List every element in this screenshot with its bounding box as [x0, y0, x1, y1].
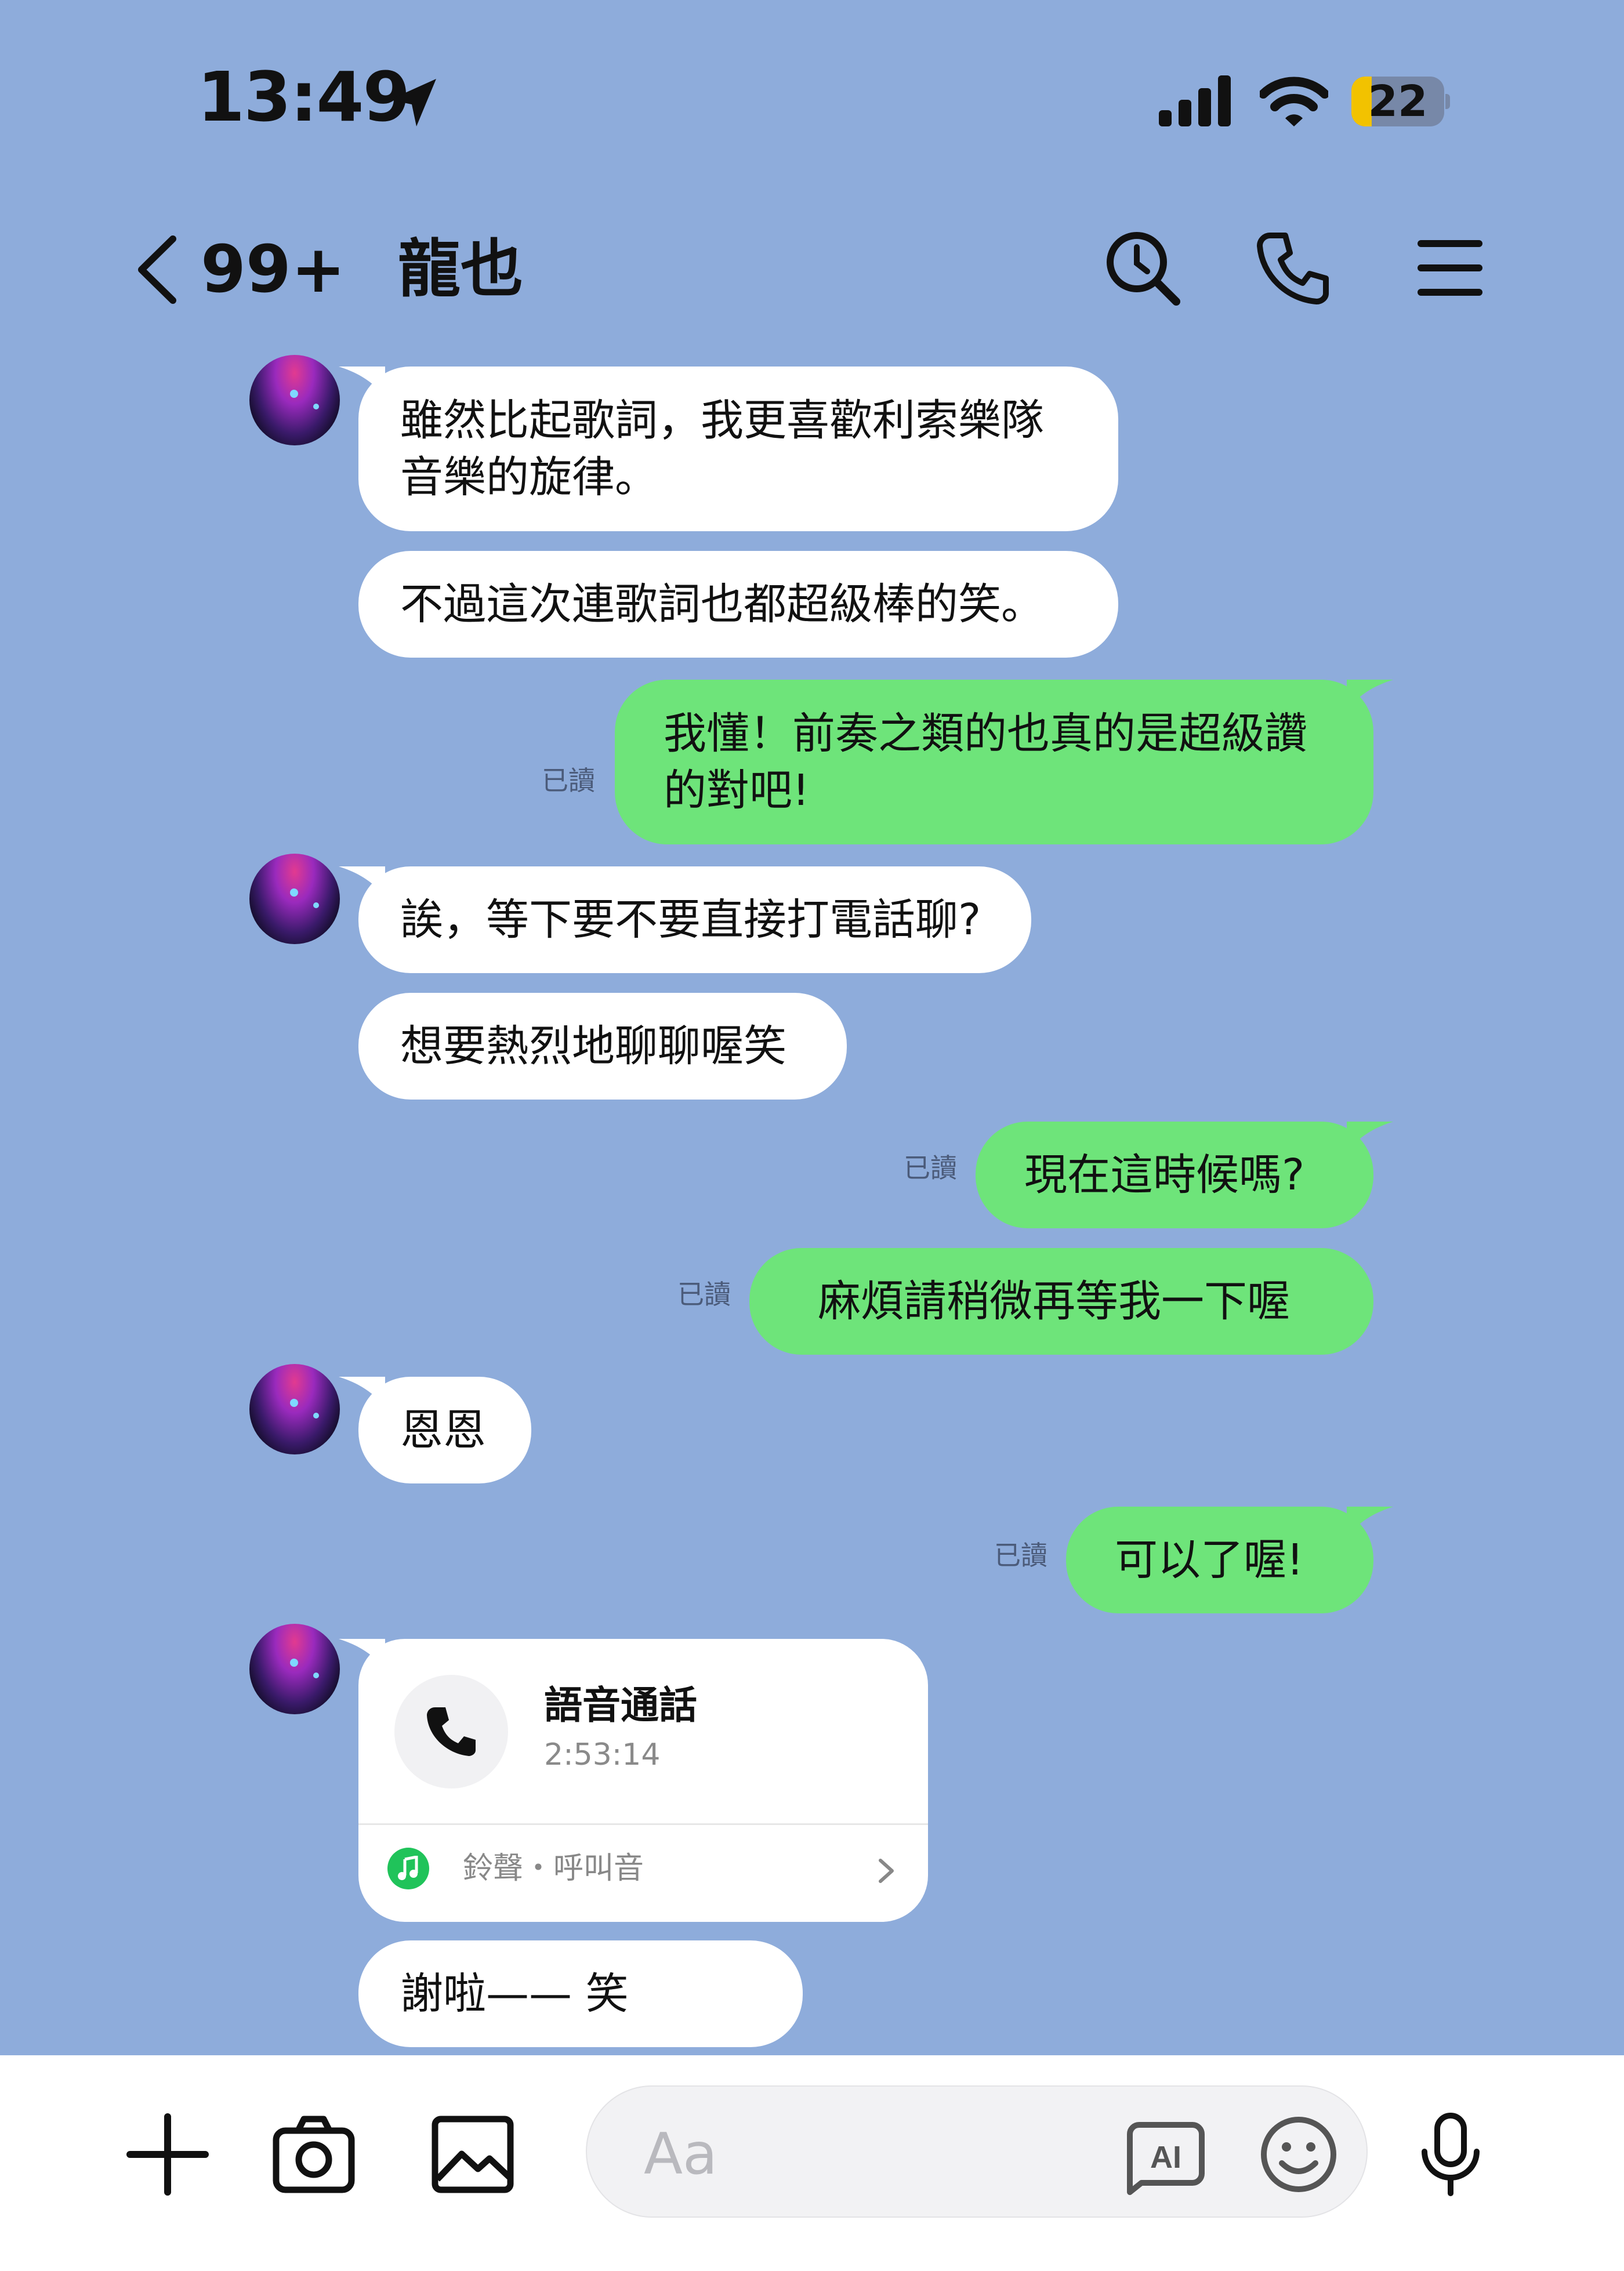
hamburger-menu-icon[interactable] — [1409, 227, 1491, 309]
bubble-tail — [339, 866, 385, 895]
incoming-message[interactable]: 誒，等下要不要直接打電話聊? — [339, 866, 1031, 973]
outgoing-message[interactable]: 可以了喔! — [1066, 1507, 1393, 1613]
message-text: 恩恩 — [400, 1405, 486, 1455]
plus-icon[interactable] — [124, 2111, 211, 2198]
emoji-icon[interactable] — [1255, 2111, 1342, 2198]
message-text: 謝啦—— 笑 — [400, 1969, 629, 2019]
message-text: 現在這時候嗎? — [1024, 1150, 1305, 1200]
cellular-signal-icon — [1159, 75, 1231, 126]
message-text: 麻煩請稍微再等我一下喔 — [818, 1276, 1290, 1326]
wifi-icon — [1260, 77, 1328, 126]
message-text: 可以了喔! — [1115, 1535, 1304, 1585]
contact-avatar[interactable] — [249, 1364, 340, 1454]
message-text: 誒，等下要不要直接打電話聊? — [400, 895, 981, 945]
phone-icon[interactable] — [1253, 227, 1334, 309]
bubble-tail — [1347, 680, 1393, 709]
contact-avatar[interactable] — [249, 355, 340, 445]
call-title: 語音通話 — [544, 1683, 697, 1728]
chevron-left-icon[interactable] — [128, 232, 186, 307]
outgoing-message[interactable]: 我懂！前奏之類的也真的是超級讚 的對吧! — [615, 680, 1393, 844]
battery-icon: 22 — [1351, 77, 1450, 126]
outgoing-message[interactable]: 麻煩請稍微再等我一下喔 — [749, 1248, 1373, 1355]
bubble-tail — [1347, 1507, 1393, 1536]
contact-avatar[interactable] — [249, 1624, 340, 1714]
ringtone-link[interactable]: 鈴聲・呼叫音 — [463, 1845, 644, 1892]
message-text: 想要熱烈地聊聊喔笑 — [400, 1021, 786, 1071]
call-icon-circle — [394, 1675, 508, 1788]
incoming-message[interactable]: 不過這次連歌詞也都超級棒的笑。 — [358, 551, 1118, 658]
unread-count[interactable]: 99+ — [201, 232, 346, 307]
message-text: 的對吧! — [664, 766, 810, 815]
incoming-message[interactable]: 想要熱烈地聊聊喔笑 — [358, 993, 847, 1100]
ai-icon[interactable]: AI — [1122, 2111, 1209, 2198]
chevron-right-icon[interactable] — [869, 1853, 904, 1888]
microphone-icon[interactable] — [1407, 2111, 1494, 2198]
incoming-message[interactable]: 恩恩 — [339, 1377, 531, 1483]
message-text: 我懂！前奏之類的也真的是超級讚 — [664, 709, 1307, 759]
incoming-message[interactable]: 雖然比起歌詞，我更喜歡利索樂隊 音樂的旋律。 — [339, 367, 1118, 531]
phone-icon — [427, 1707, 476, 1756]
call-duration: 2:53:14 — [544, 1737, 661, 1772]
read-receipt: 已讀 — [677, 1279, 731, 1310]
status-time: 13:49 — [197, 57, 411, 137]
bubble-tail — [1347, 1122, 1393, 1151]
read-receipt: 已讀 — [542, 765, 595, 796]
read-receipt: 已讀 — [994, 1540, 1047, 1571]
message-text: 音樂的旋律。 — [400, 452, 658, 502]
battery-level: 22 — [1368, 77, 1428, 126]
bubble-tail — [339, 367, 385, 396]
chat-title[interactable]: 龍也 — [398, 232, 523, 307]
outgoing-message[interactable]: 現在這時候嗎? — [976, 1122, 1393, 1228]
search-icon[interactable] — [1102, 227, 1183, 309]
bubble-tail — [339, 1377, 385, 1406]
message-input-placeholder: Aa — [644, 2121, 718, 2187]
image-icon[interactable] — [429, 2111, 516, 2198]
read-receipt: 已讀 — [904, 1152, 957, 1184]
location-arrow-icon — [390, 79, 436, 126]
music-note-icon — [387, 1848, 429, 1889]
voice-call-card[interactable]: 語音通話 2:53:14 鈴聲・呼叫音 — [358, 1639, 928, 1922]
contact-avatar[interactable] — [249, 854, 340, 944]
incoming-message[interactable]: 謝啦—— 笑 — [358, 1940, 803, 2047]
message-text: 不過這次連歌詞也都超級棒的笑。 — [400, 579, 1044, 629]
card-divider — [358, 1823, 928, 1825]
message-text: 雖然比起歌詞，我更喜歡利索樂隊 — [400, 396, 1044, 445]
svg-text:AI: AI — [1150, 2140, 1181, 2175]
camera-icon[interactable] — [270, 2111, 357, 2198]
